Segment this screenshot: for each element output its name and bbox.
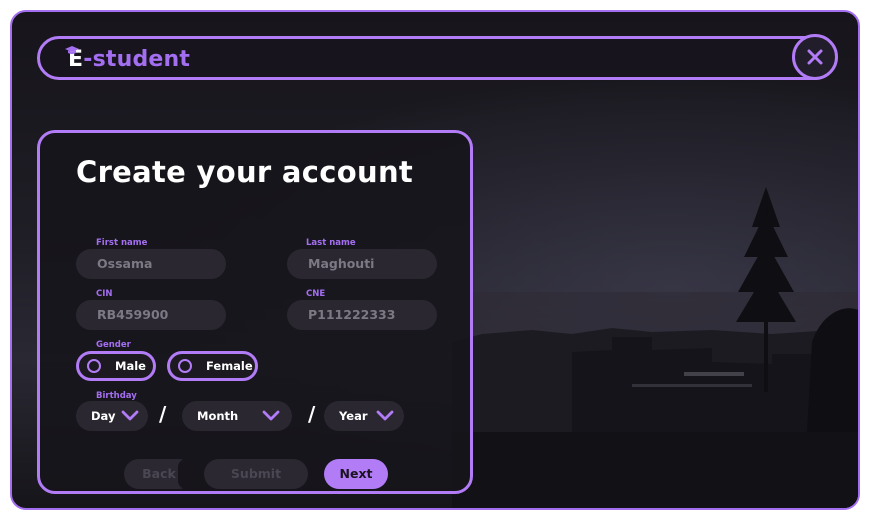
chevron-down-icon	[262, 410, 280, 421]
day-select-value: Day	[91, 409, 116, 423]
last-name-field[interactable]: Maghouti	[287, 249, 437, 279]
gender-option-female[interactable]: Female	[167, 351, 258, 381]
button-divider	[178, 459, 194, 489]
app-logo[interactable]: E-student	[65, 46, 191, 72]
date-separator: /	[159, 402, 167, 426]
cne-label: CNE	[306, 289, 326, 299]
submit-button[interactable]: Submit	[204, 459, 308, 489]
cin-label: CIN	[96, 289, 113, 299]
graduation-cap-icon	[65, 46, 79, 54]
radio-icon	[178, 359, 192, 373]
gender-option-label: Male	[115, 359, 146, 373]
first-name-field[interactable]: Ossama	[76, 249, 226, 279]
year-select-value: Year	[339, 409, 368, 423]
gender-option-label: Female	[206, 359, 253, 373]
birthday-label: Birthday	[96, 391, 137, 401]
chevron-down-icon	[121, 410, 139, 421]
first-name-label: First name	[96, 238, 148, 248]
last-name-label: Last name	[306, 238, 356, 248]
cin-field[interactable]: RB459900	[76, 300, 226, 330]
gender-option-male[interactable]: Male	[76, 351, 156, 381]
logo-text: -student	[83, 47, 191, 72]
radio-icon	[87, 359, 101, 373]
button-divider	[308, 459, 324, 489]
header-bar: E-student	[37, 36, 837, 80]
date-separator: /	[308, 402, 316, 426]
year-select[interactable]: Year	[324, 401, 404, 431]
chevron-down-icon	[376, 410, 394, 421]
next-button[interactable]: Next	[324, 459, 388, 489]
close-icon	[807, 49, 823, 65]
day-select[interactable]: Day	[76, 401, 148, 431]
month-select[interactable]: Month	[182, 401, 292, 431]
signup-card: Create your account First name Ossama La…	[37, 130, 473, 494]
page-title: Create your account	[76, 155, 414, 189]
app-window: E-student Create your account First name…	[10, 10, 860, 510]
cne-field[interactable]: P111222333	[287, 300, 437, 330]
gender-label: Gender	[96, 340, 131, 350]
month-select-value: Month	[197, 409, 239, 423]
close-button[interactable]	[792, 34, 838, 80]
